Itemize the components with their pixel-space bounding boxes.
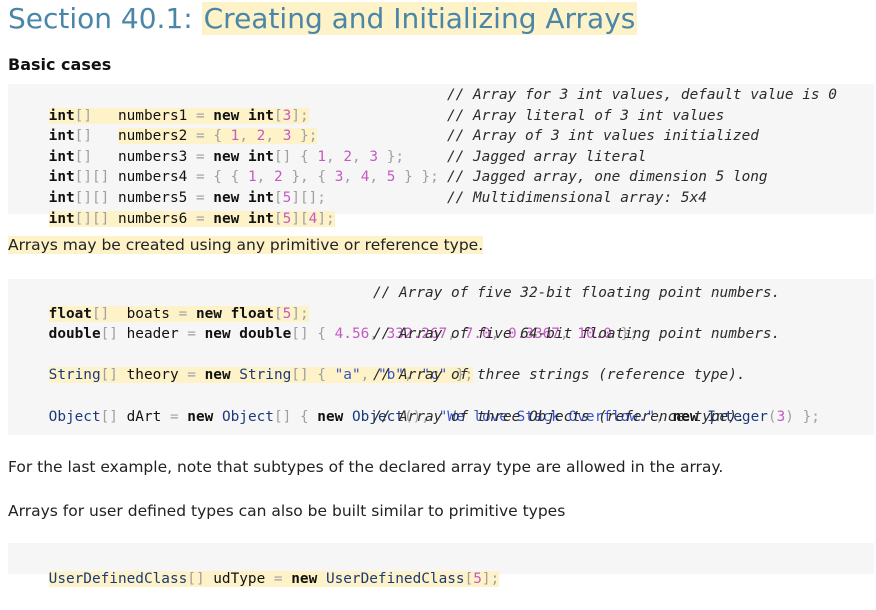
code-line: // Array of five 64-bit floating point n… xyxy=(14,324,874,345)
code-comment: // Array of five 32-bit floating point n… xyxy=(373,285,781,301)
code-line: int[][] numbers4 = { { 1, 2 }, { 3, 4, 5… xyxy=(48,148,647,186)
code-line: int[][] numbers5 = new int[5][]; // Jagg… xyxy=(48,169,768,206)
code-line: int[] numbers1 = new int[3]; // Array fo… xyxy=(48,87,837,124)
code-line: Object[] dArt = new Object[] { new Objec… xyxy=(48,408,820,425)
code-comment: // Array of five 64-bit floating point n… xyxy=(373,326,781,343)
basic-cases-heading: Basic cases xyxy=(8,55,112,74)
section-number: Section 40.1: xyxy=(8,2,193,35)
code-line: UserDefinedClass[] udType = new UserDefi… xyxy=(48,570,500,587)
code-comment: // Jagged array, one dimension 5 long xyxy=(447,169,768,186)
code-line: int[] numbers2 = { 1, 2, 3 }; // Array l… xyxy=(48,107,725,145)
code-line: float[] boats = new float[5]; // Array o… xyxy=(48,285,781,322)
code-line: double[] header = new double[] { 4.56, 3… xyxy=(48,326,638,343)
code-comment: // Array for 3 int values, default value… xyxy=(447,87,837,103)
paragraph-user-defined: Arrays for user defined types can also b… xyxy=(8,502,566,520)
paragraph-primitive-types: Arrays may be created using any primitiv… xyxy=(8,236,484,254)
paragraph-subtypes: For the last example, note that subtypes… xyxy=(8,458,724,476)
code-comment: // Multidimensional array: 5x4 xyxy=(447,189,707,206)
code-block-types: float[] boats = new float[5]; // Array o… xyxy=(8,279,874,435)
section-title: Section 40.1: Creating and Initializing … xyxy=(8,0,638,40)
code-block-basic-cases: int[] numbers1 = new int[3]; // Array fo… xyxy=(8,84,874,227)
code-comment: // Jagged array literal xyxy=(447,148,647,165)
code-line: int[][] numbers6 = new int[5][4]; // Mul… xyxy=(48,189,707,227)
code-line: int[] numbers3 = new int[] { 1, 2, 3 }; … xyxy=(48,128,759,165)
code-comment: // Array of 3 int values initialized xyxy=(447,128,759,145)
code-comment: // Array of three strings (reference typ… xyxy=(373,367,746,384)
code-line: // Array of three Objects (reference typ… xyxy=(14,407,874,428)
code-comment: // Array of three Objects (reference typ… xyxy=(373,408,746,425)
code-line: // Array of three strings (reference typ… xyxy=(14,365,874,386)
section-title-text: Creating and Initializing Arrays xyxy=(201,2,638,35)
code-line: String[] theory = new String[] { "a", "b… xyxy=(48,367,474,384)
code-comment: // Array literal of 3 int values xyxy=(447,107,725,124)
code-block-user-defined: UserDefinedClass[] udType = new UserDefi… xyxy=(8,543,874,587)
